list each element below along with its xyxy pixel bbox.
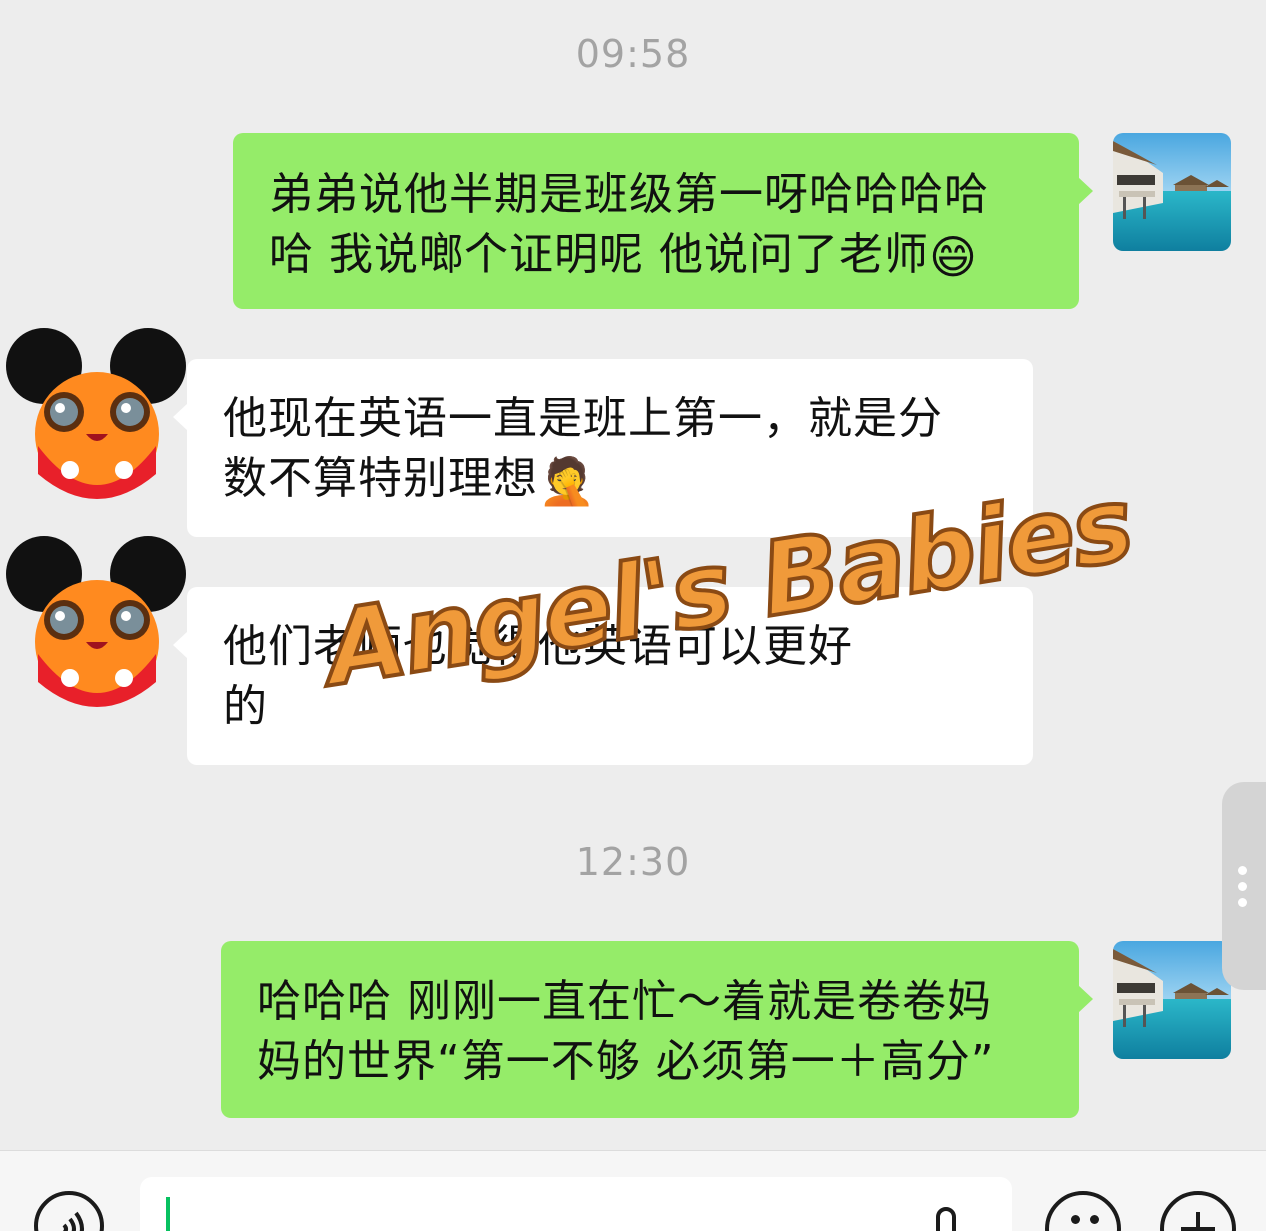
emoji-eye [1090, 1215, 1099, 1224]
timestamp: 12:30 [575, 840, 691, 884]
message-text-line: 他现在英语一直是班上第一，就是分 [223, 393, 943, 444]
message-text-line: 的 [223, 681, 268, 732]
emoji-icon[interactable] [1045, 1191, 1121, 1231]
side-drawer-handle[interactable] [1222, 782, 1266, 990]
more-dots-icon [1238, 866, 1247, 875]
beach-villa-avatar-image [1113, 133, 1231, 251]
grinning-face-emoji: 😄 [928, 230, 978, 284]
message-text-line: 他们老师也觉得他英语可以更好 [223, 621, 853, 672]
message-text-line: 数不算特别理想 [223, 453, 538, 504]
message-input[interactable] [140, 1177, 1012, 1231]
facepalm-emoji: 🤦 [538, 454, 597, 508]
message-text-line: 妈的世界“第一不够 必须第一＋高分” [257, 1036, 995, 1087]
message-bubble-sent[interactable]: 弟弟说他半期是班级第一呀哈哈哈哈 哈 我说啷个证明呢 他说问了老师😄 [233, 133, 1093, 309]
voice-wave-icon [62, 1211, 84, 1231]
message-bubble-received[interactable]: 他们老师也觉得他英语可以更好 的 [173, 587, 1033, 765]
plus-bar [1196, 1212, 1200, 1231]
plus-icon[interactable] [1160, 1191, 1236, 1231]
mickey-avatar-icon[interactable] [2, 324, 192, 514]
message-text-line: 弟弟说他半期是班级第一呀哈哈哈哈 [269, 169, 989, 220]
more-dots-icon [1238, 882, 1247, 891]
beach-villa-avatar-image [1113, 941, 1231, 1059]
message-text-line: 哈 我说啷个证明呢 他说问了老师 [269, 229, 929, 280]
chat-screen: 09:58 弟弟说他半期是班级第一呀哈哈哈哈 哈 我说啷个证明呢 他说问了老师😄 [0, 0, 1266, 1231]
mickey-avatar-icon[interactable] [2, 530, 192, 720]
message-bubble-received[interactable]: 他现在英语一直是班上第一，就是分 数不算特别理想🤦 [173, 359, 1033, 537]
more-dots-icon [1238, 898, 1247, 907]
message-text-line: 哈哈哈 刚刚一直在忙～着就是卷卷妈 [257, 976, 992, 1027]
input-bar [0, 1150, 1266, 1231]
timestamp: 09:58 [575, 32, 691, 76]
my-avatar[interactable] [1113, 133, 1231, 251]
my-avatar[interactable] [1113, 941, 1231, 1059]
emoji-eye [1071, 1215, 1080, 1224]
microphone-icon[interactable] [926, 1205, 966, 1231]
message-bubble-sent[interactable]: 哈哈哈 刚刚一直在忙～着就是卷卷妈 妈的世界“第一不够 必须第一＋高分” [221, 941, 1093, 1118]
text-cursor [166, 1197, 170, 1231]
voice-icon[interactable] [34, 1191, 104, 1231]
